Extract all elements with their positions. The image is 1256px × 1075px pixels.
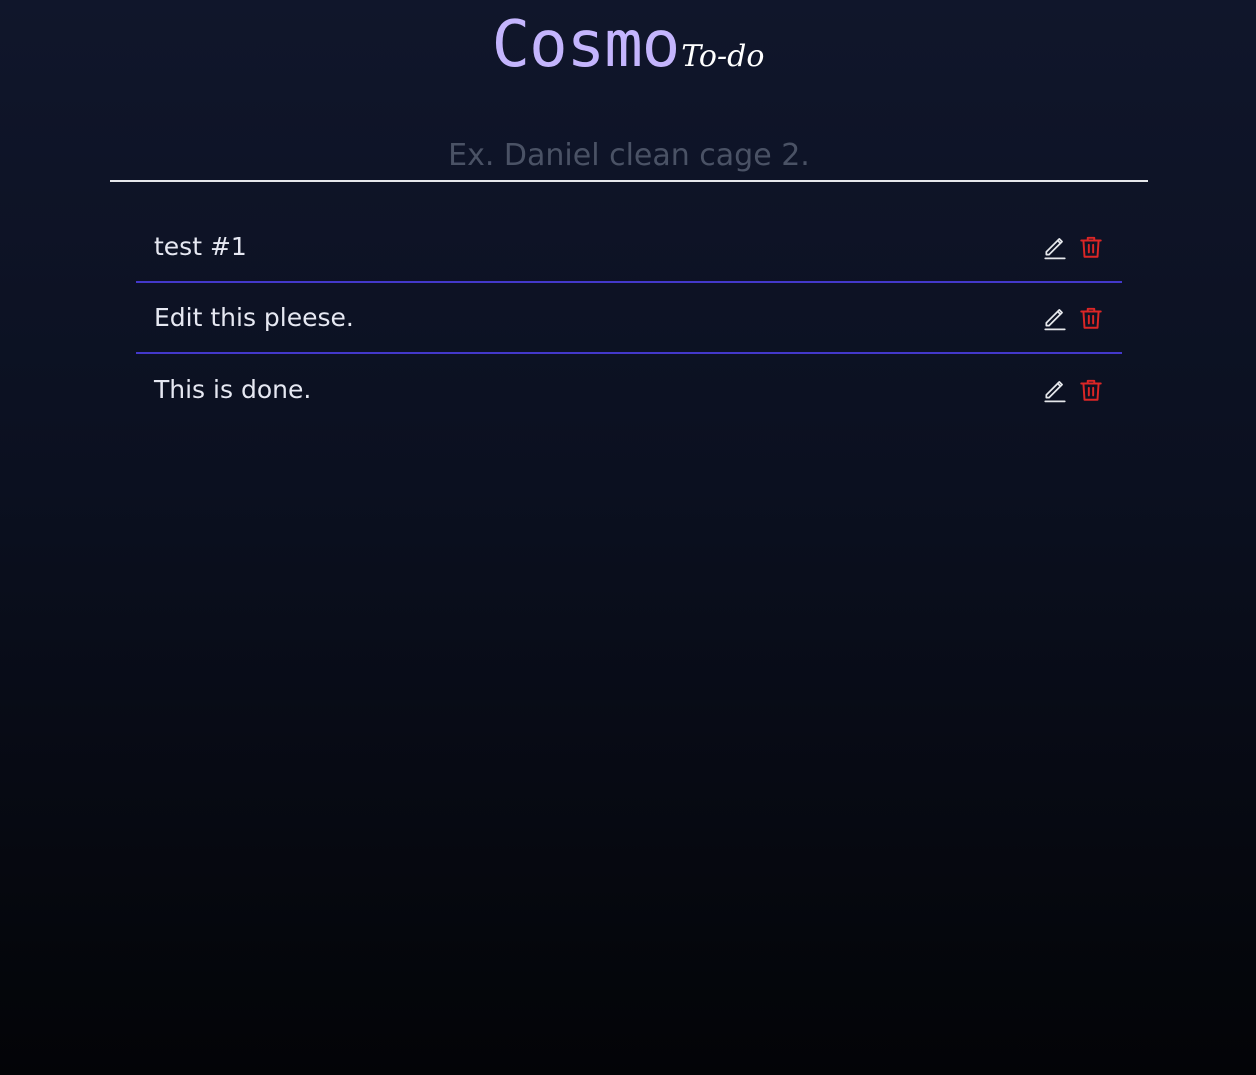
todo-text: Edit this pleese. bbox=[154, 303, 354, 332]
pencil-icon bbox=[1044, 308, 1066, 330]
todo-actions bbox=[1042, 377, 1104, 403]
edit-button[interactable] bbox=[1042, 305, 1068, 331]
todo-item: Edit this pleese. bbox=[136, 283, 1122, 354]
app-header: CosmoTo-do bbox=[0, 8, 1256, 82]
app-subtitle: To-do bbox=[681, 39, 765, 74]
todo-item: test #1 bbox=[136, 212, 1122, 283]
trash-icon bbox=[1080, 307, 1102, 329]
pencil-icon bbox=[1044, 380, 1066, 402]
new-todo-field bbox=[110, 130, 1148, 182]
app-title: Cosmo bbox=[491, 8, 681, 82]
new-todo-input[interactable] bbox=[110, 130, 1148, 180]
edit-button[interactable] bbox=[1042, 234, 1068, 260]
delete-button[interactable] bbox=[1078, 377, 1104, 403]
todo-text: This is done. bbox=[154, 375, 312, 404]
todo-list: test #1 Edit this pleese. This is done. bbox=[136, 212, 1122, 425]
delete-button[interactable] bbox=[1078, 305, 1104, 331]
delete-button[interactable] bbox=[1078, 234, 1104, 260]
trash-icon bbox=[1080, 379, 1102, 401]
todo-actions bbox=[1042, 305, 1104, 331]
todo-actions bbox=[1042, 234, 1104, 260]
todo-item: This is done. bbox=[136, 354, 1122, 425]
edit-button[interactable] bbox=[1042, 377, 1068, 403]
pencil-icon bbox=[1044, 237, 1066, 259]
trash-icon bbox=[1080, 236, 1102, 258]
todo-text: test #1 bbox=[154, 232, 247, 261]
